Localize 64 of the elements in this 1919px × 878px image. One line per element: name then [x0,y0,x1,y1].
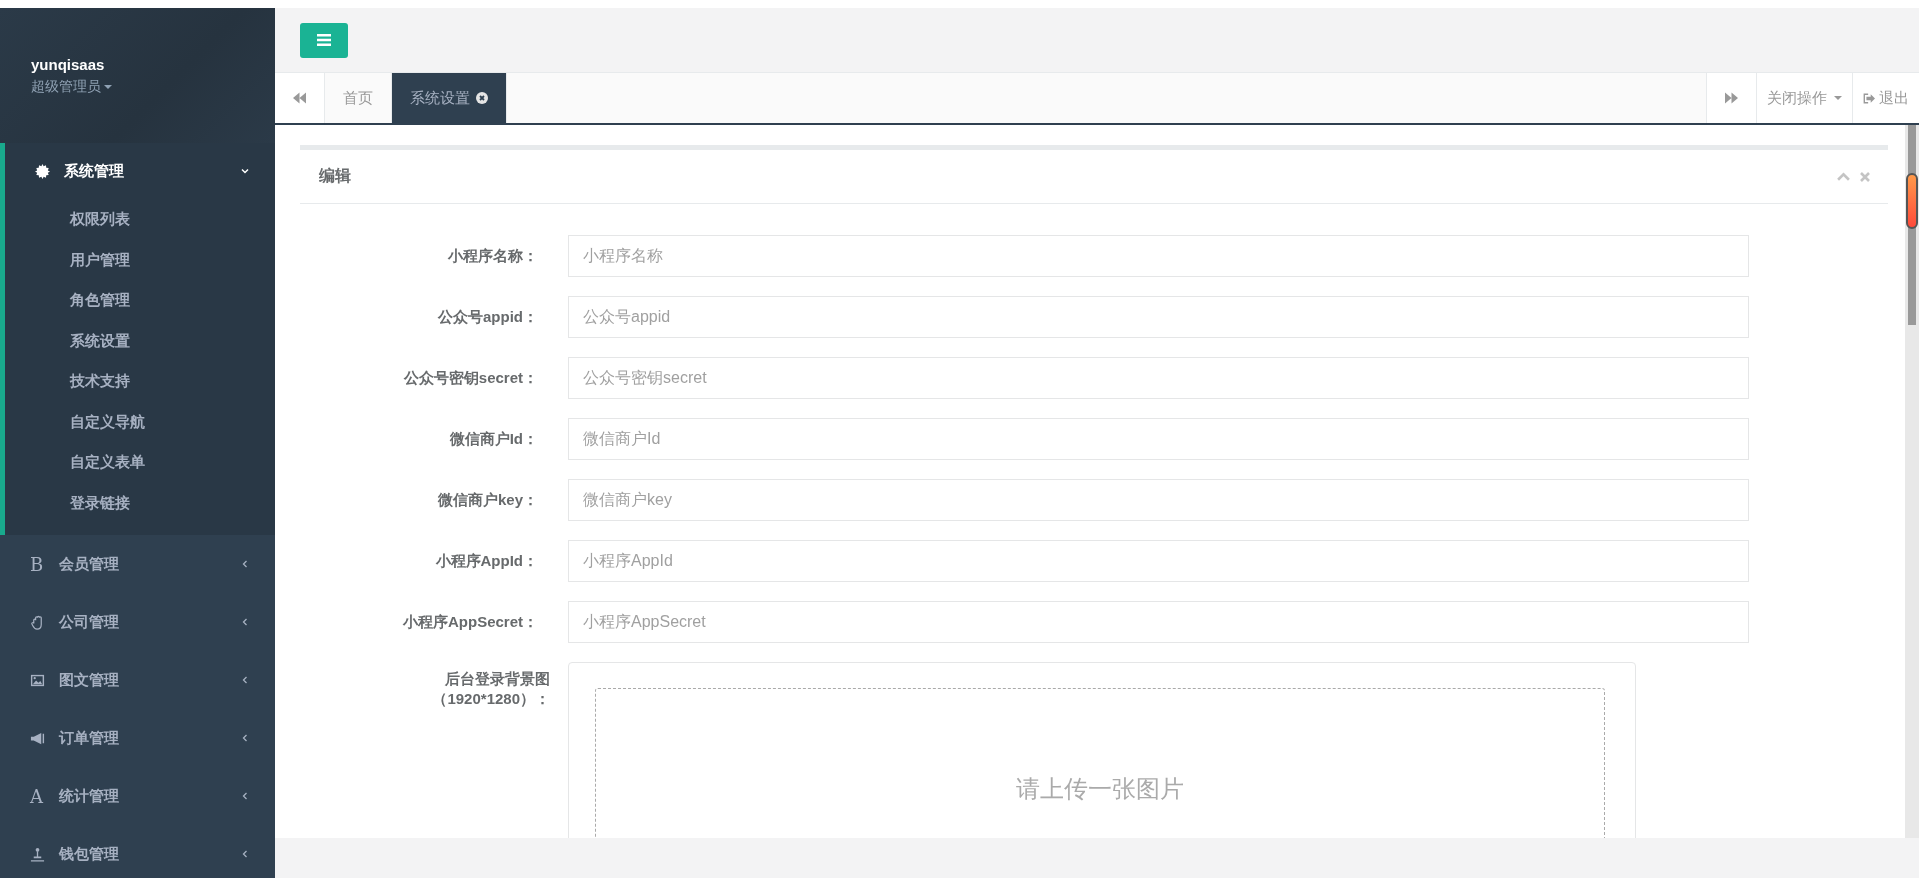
menu-item[interactable]: B 会员管理 [0,535,275,593]
chevron-left-icon [240,733,250,743]
menu-icon [317,34,331,46]
close-operations-dropdown[interactable]: 关闭操作 [1756,73,1852,123]
double-left-icon [293,92,306,104]
field-label: （1920*1280）： [431,689,550,709]
submenu-item[interactable]: 自定义导航 [5,401,275,442]
megaphone-icon [30,730,45,746]
panel-title: 编辑 [319,166,352,186]
image-icon [30,672,45,688]
submenu-item[interactable]: 系统设置 [5,320,275,361]
user-name: yunqisaas [31,56,106,73]
menu-item[interactable]: 系统管理 [5,143,275,199]
role-dropdown[interactable]: 超级管理员 [31,78,112,96]
field-label: 公众号appid： [436,307,539,327]
gear-icon [35,163,50,179]
collapse-icon[interactable] [1837,172,1850,181]
hand-icon [30,614,45,630]
double-right-icon [1725,92,1738,104]
field-label: 公众号密钥secret： [402,368,539,388]
menu-item[interactable]: 图文管理 [0,651,275,709]
input-field[interactable]: 微信商户Id [568,418,1749,460]
menu-button[interactable] [300,22,348,58]
chevron-left-icon [240,791,250,801]
tab[interactable]: 系统设置 [392,73,507,123]
menu-glyph: B [30,553,45,575]
chevron-left-icon [240,849,250,859]
submenu-item[interactable]: 权限列表 [5,199,275,240]
submenu-item[interactable]: 用户管理 [5,239,275,280]
chevron-left-icon [240,559,250,569]
joystick-icon [30,846,45,862]
menu-glyph: A [30,785,45,807]
submenu-item[interactable]: 自定义表单 [5,442,275,483]
submenu-item[interactable]: 登录链接 [5,482,275,523]
submenu-item[interactable]: 技术支持 [5,361,275,402]
input-field[interactable]: 公众号密钥secret [568,357,1749,399]
input-field[interactable]: 小程序AppSecret [568,601,1749,643]
field-label: 小程序AppId： [434,551,539,571]
menu-item[interactable]: 公司管理 [0,593,275,651]
close-icon[interactable] [476,92,488,104]
scrollbar[interactable] [1905,125,1919,838]
chevron-down-icon [240,166,250,176]
input-field[interactable]: 公众号appid [568,296,1749,338]
logout-button[interactable]: 退出 [1852,73,1919,123]
menu-item[interactable]: 订单管理 [0,709,275,767]
chevron-left-icon [240,617,250,627]
menu-item[interactable]: 钱包管理 [0,825,275,878]
input-field[interactable]: 微信商户key [568,479,1749,521]
chevron-left-icon [240,675,250,685]
field-label: 小程序名称： [447,246,539,266]
input-field[interactable]: 小程序AppId [568,540,1749,582]
caret-icon [1834,96,1842,100]
field-label: 微信商户key： [436,490,539,510]
scrollbar-thumb[interactable] [1906,173,1918,229]
field-label: 小程序AppSecret： [401,612,539,632]
field-label: 微信商户Id： [448,429,539,449]
submenu-item[interactable]: 角色管理 [5,280,275,321]
caret-icon [104,85,112,89]
field-label: 后台登录背景图 [444,669,550,689]
scroll-right-button[interactable] [1706,73,1756,123]
sign-out-icon [1863,92,1875,104]
scroll-left-button[interactable] [275,73,325,123]
input-field[interactable]: 小程序名称 [568,235,1749,277]
menu-item[interactable]: A 统计管理 [0,767,275,825]
